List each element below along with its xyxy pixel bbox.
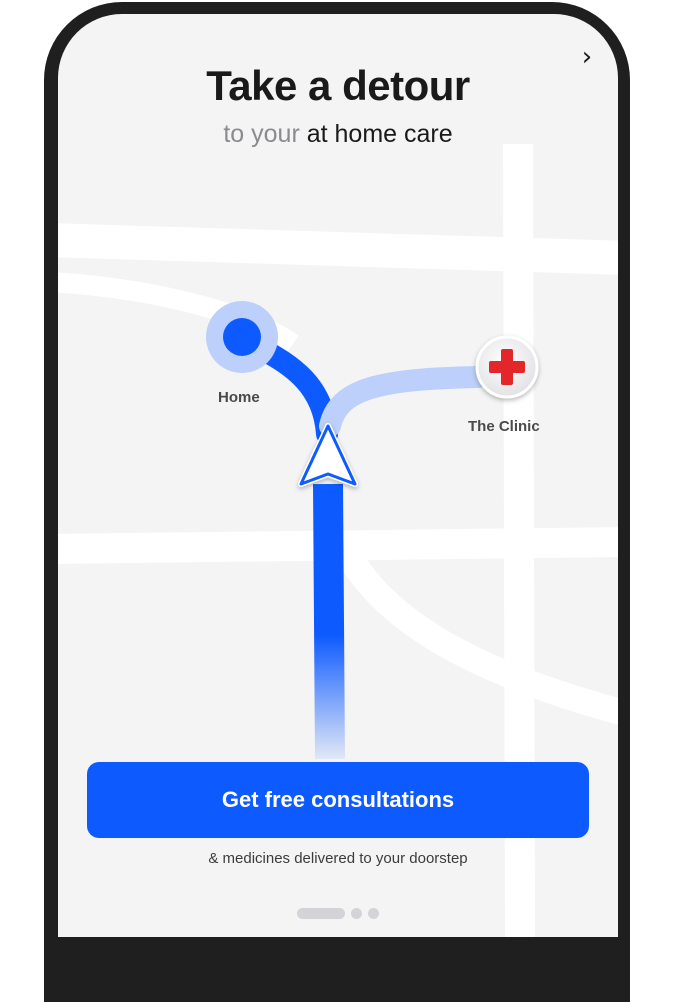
page-title: Take a detour [206, 62, 470, 109]
pagination-dots [58, 908, 618, 919]
page-subtitle: to your at home care [58, 120, 618, 149]
subtitle-prefix: to your [223, 120, 307, 148]
navigation-arrow-icon [298, 423, 358, 487]
home-location-icon [206, 301, 278, 373]
onboarding-screen: › Take a detour to your at home care Hom… [58, 14, 618, 937]
map-road [336, 547, 618, 725]
route-main [313, 483, 345, 760]
clinic-label: The Clinic [468, 418, 540, 435]
medical-cross-icon [475, 335, 539, 399]
pagination-dot[interactable] [368, 908, 379, 919]
pagination-dot-active[interactable] [297, 908, 345, 919]
home-label: Home [218, 389, 260, 406]
subtitle-emphasis: at home care [306, 120, 453, 148]
route-clinic [319, 366, 489, 437]
map-road [58, 223, 618, 275]
pagination-dot[interactable] [351, 908, 362, 919]
get-free-consultations-button[interactable]: Get free consultations [87, 762, 589, 838]
cta-subtext: & medicines delivered to your doorstep [208, 850, 468, 867]
